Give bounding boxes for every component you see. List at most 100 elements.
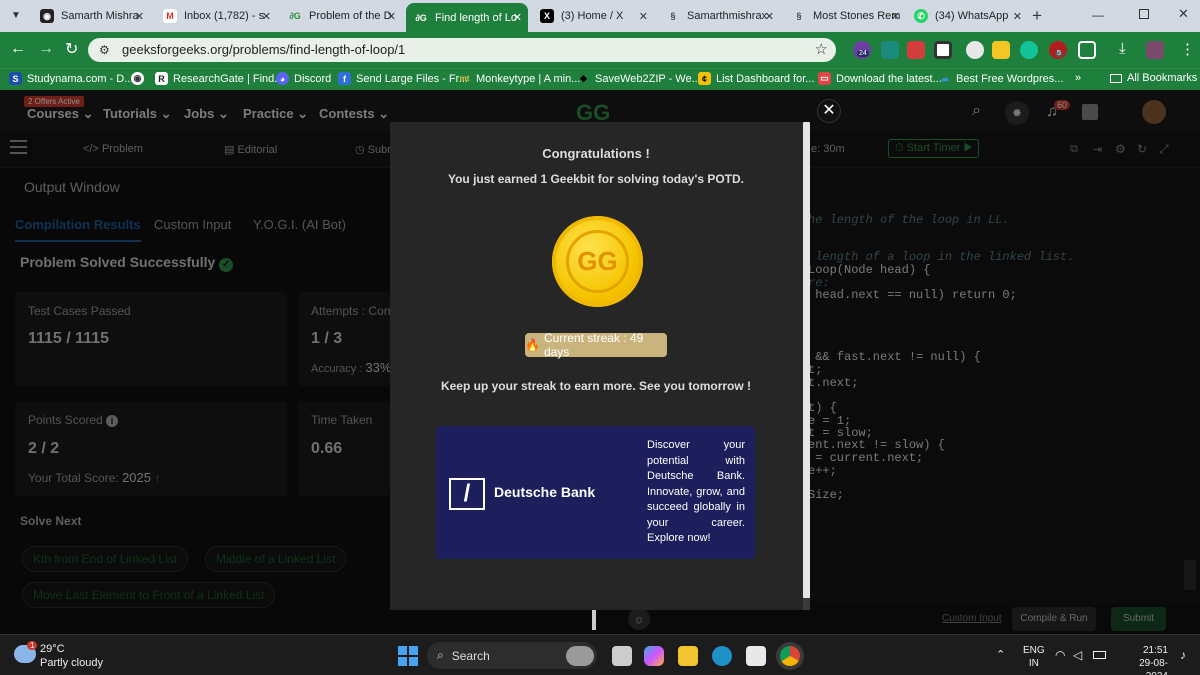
browser-tab[interactable]: ✆ (34) WhatsApp ✕: [906, 4, 1028, 28]
browser-tab[interactable]: § Samarthmishrax ✕: [658, 4, 780, 28]
extension-purple-icon[interactable]: 24: [853, 41, 871, 59]
extension-arrow-icon[interactable]: [907, 41, 925, 59]
bookmark-item[interactable]: f Send Large Files - Fr...: [338, 72, 468, 85]
bookmark-label: Discord: [294, 72, 332, 85]
task-view-icon[interactable]: [612, 646, 632, 666]
extension-yellow-icon[interactable]: [992, 41, 1010, 59]
store-icon[interactable]: [746, 646, 766, 666]
browser-tab-active[interactable]: ∂G Find length of Lo ✕: [406, 3, 528, 32]
bookmark-item[interactable]: ▭ Download the latest...: [818, 72, 942, 85]
reload-icon[interactable]: ↻: [65, 39, 78, 59]
extension-screen-icon[interactable]: [934, 41, 952, 59]
close-tab-icon[interactable]: ✕: [1013, 10, 1022, 23]
bookmark-item[interactable]: ◕ Discord: [276, 72, 331, 85]
browser-tab[interactable]: ◉ Samarth Mishra ✕: [32, 4, 150, 28]
site-info-icon[interactable]: ⚙: [99, 38, 110, 62]
extension-cookie-icon[interactable]: [966, 41, 984, 59]
language-indicator[interactable]: ENG IN: [1023, 644, 1045, 670]
extension-red-icon[interactable]: 5: [1049, 41, 1067, 59]
close-tab-icon[interactable]: ✕: [765, 10, 774, 23]
modal-edge-marker: [592, 610, 596, 630]
bookmark-star-icon[interactable]: ☆: [815, 38, 828, 62]
chrome-icon[interactable]: [780, 646, 800, 666]
studynama-icon: S: [9, 72, 22, 85]
extension-badge: 24: [857, 50, 869, 57]
wifi-icon[interactable]: ◠: [1055, 648, 1065, 662]
gfg-coin-logo: GG: [566, 230, 629, 293]
browser-tab-bar: ▼ ◉ Samarth Mishra ✕ M Inbox (1,782) - s…: [0, 0, 1200, 32]
download-icon[interactable]: ⤓: [1119, 40, 1126, 57]
browser-tab[interactable]: § Most Stones Rem ✕: [784, 4, 906, 28]
bookmark-item[interactable]: ◉: [131, 72, 149, 85]
tab-label: (3) Home / X: [561, 10, 624, 22]
windows-start-icon[interactable]: [398, 646, 418, 666]
browser-tab[interactable]: X (3) Home / X ✕: [532, 4, 654, 28]
modal-keep-up-text: Keep up your streak to earn more. See yo…: [440, 379, 752, 393]
download-site-icon: ▭: [818, 72, 831, 85]
url-bar[interactable]: ⚙ geeksforgeeks.org/problems/find-length…: [88, 38, 836, 62]
volume-icon[interactable]: ◁: [1073, 648, 1082, 662]
notifications-bell-icon[interactable]: ♪: [1180, 648, 1186, 662]
bookmark-item[interactable]: R ResearchGate | Find...: [155, 72, 283, 85]
restore-icon[interactable]: [1139, 9, 1149, 19]
new-tab-plus-icon[interactable]: +: [1032, 6, 1042, 26]
github-icon: ◉: [40, 9, 54, 23]
browser-tab[interactable]: ∂G Problem of the D ✕: [280, 4, 402, 28]
bookmark-label: ResearchGate | Find...: [173, 72, 284, 85]
fire-icon: 🔥: [525, 338, 540, 352]
chrome-menu-icon[interactable]: ⋮: [1180, 40, 1195, 58]
file-explorer-icon[interactable]: [678, 646, 698, 666]
edge-icon[interactable]: [712, 646, 732, 666]
bookmarks-overflow[interactable]: »: [1075, 72, 1081, 84]
forward-arrow-icon[interactable]: →: [38, 40, 54, 58]
bookmark-label: List Dashboard for...: [716, 72, 815, 85]
weather-temp: 29°C: [40, 643, 65, 655]
tray-overflow-chevron-icon[interactable]: ⌃: [996, 648, 1005, 661]
ad-brand-name: Deutsche Bank: [494, 484, 596, 500]
extension-badge: 5: [1055, 50, 1063, 57]
tab-label: Inbox (1,782) - s: [184, 10, 265, 22]
region-code: IN: [1028, 658, 1039, 669]
gmail-icon: M: [163, 9, 177, 23]
all-bookmarks[interactable]: All Bookmarks: [1110, 72, 1197, 84]
battery-icon[interactable]: [1093, 651, 1106, 659]
extension-chart-icon[interactable]: [881, 41, 899, 59]
tab-search-chevron-icon[interactable]: ▼: [8, 8, 24, 24]
gfg-icon: ∂G: [415, 12, 427, 23]
close-tab-icon[interactable]: ✕: [891, 10, 900, 23]
clock-time: 21:51: [1142, 645, 1168, 656]
close-window-icon[interactable]: ✕: [1178, 6, 1189, 22]
bookmarks-more-label: »: [1075, 72, 1082, 84]
taskbar-search-label: Search: [451, 648, 490, 663]
minimize-icon[interactable]: —: [1092, 8, 1104, 22]
search-highlight-icon[interactable]: [566, 646, 594, 666]
bookmark-label: Download the latest...: [836, 72, 942, 85]
bookmark-item[interactable]: mt Monkeytype | A min...: [458, 72, 581, 85]
bookmark-item[interactable]: ☁ Best Free Wordpres...: [938, 72, 1063, 85]
extensions-puzzle-icon[interactable]: [1078, 41, 1096, 59]
bookmark-label: Studynama.com - D...: [27, 72, 134, 85]
cloud-icon: ☁: [940, 73, 949, 83]
close-tab-icon[interactable]: ✕: [513, 11, 522, 24]
clock[interactable]: 21:51 29-08-2024: [1118, 644, 1168, 675]
close-tab-icon[interactable]: ✕: [262, 10, 271, 23]
bookmark-item[interactable]: ¢ List Dashboard for...: [698, 72, 814, 85]
browser-tab[interactable]: M Inbox (1,782) - s ✕: [155, 4, 277, 28]
bookmarks-bar: S Studynama.com - D... ◉ R ResearchGate | …: [0, 68, 1200, 90]
monkeytype-icon: mt: [459, 74, 470, 83]
back-arrow-icon[interactable]: ←: [10, 40, 26, 58]
weather-desc: Partly cloudy: [40, 657, 103, 669]
bookmark-item[interactable]: ◆ SaveWeb2ZIP - We...: [577, 72, 701, 85]
close-tab-icon[interactable]: ✕: [135, 10, 144, 23]
close-tab-icon[interactable]: ✕: [639, 10, 648, 23]
modal-title: Congratulations !: [542, 146, 650, 161]
close-tab-icon[interactable]: ✕: [387, 10, 396, 23]
modal-close-icon[interactable]: ✕: [817, 99, 841, 123]
profile-avatar[interactable]: [1146, 41, 1164, 59]
bookmark-item[interactable]: S Studynama.com - D...: [9, 72, 133, 85]
modal-scrollbar-thumb[interactable]: [803, 122, 810, 598]
grammarly-icon[interactable]: [1020, 41, 1038, 59]
send-files-icon: f: [338, 72, 351, 85]
copilot-icon[interactable]: [644, 646, 664, 666]
bookmark-label: Send Large Files - Fr...: [356, 72, 468, 85]
